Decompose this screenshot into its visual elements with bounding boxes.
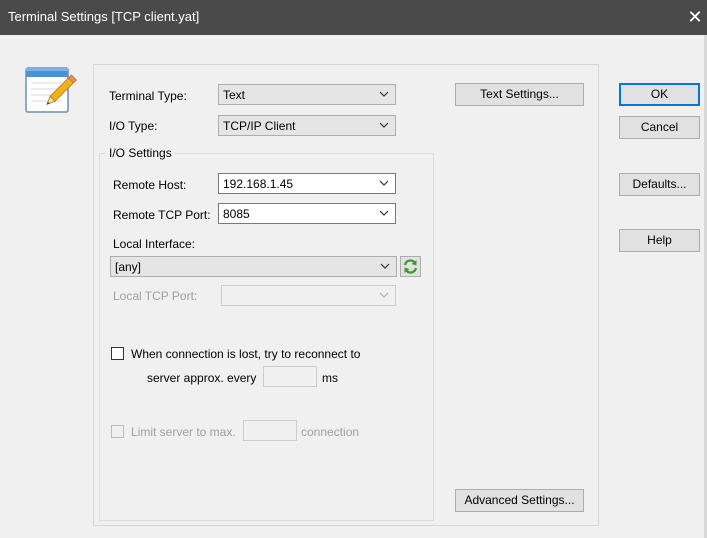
io-type-select[interactable]: TCP/IP Client [218,115,396,136]
help-button[interactable]: Help [619,229,700,252]
chevron-down-icon [379,180,389,186]
ok-button[interactable]: OK [619,83,700,106]
text-settings-button[interactable]: Text Settings... [455,83,584,106]
limit-server-label: Limit server to max. [131,425,236,439]
chevron-down-icon [379,122,389,128]
chevron-down-icon [380,263,390,269]
reconnect-label-line1: When connection is lost, try to reconnec… [131,347,361,361]
reconnect-unit-label: ms [322,371,338,385]
local-interface-value: [any] [115,260,142,274]
io-settings-caption: I/O Settings [106,146,175,160]
chevron-down-icon [379,91,389,97]
remote-port-input[interactable]: 8085 [218,203,396,224]
remote-host-value: 192.168.1.45 [223,177,294,191]
local-port-input[interactable] [221,285,396,306]
reconnect-interval-input[interactable] [263,366,317,387]
remote-host-input[interactable]: 192.168.1.45 [218,173,396,194]
refresh-interfaces-button[interactable] [400,256,421,277]
chevron-down-icon [379,210,389,216]
local-interface-label: Local Interface: [113,237,196,251]
remote-port-label: Remote TCP Port: [113,208,211,222]
remote-port-value: 8085 [223,207,250,221]
title-bar[interactable]: Terminal Settings [TCP client.yat] ✕ [0,0,707,35]
io-type-value: TCP/IP Client [223,119,296,133]
defaults-button[interactable]: Defaults... [619,173,700,196]
limit-server-input[interactable] [243,420,297,441]
chevron-down-icon [379,292,389,298]
io-type-label: I/O Type: [109,119,158,133]
reconnect-label-line2: server approx. every [147,371,257,385]
remote-host-label: Remote Host: [113,178,187,192]
local-interface-select[interactable]: [any] [110,256,397,277]
terminal-type-label: Terminal Type: [109,89,187,103]
cancel-button[interactable]: Cancel [619,116,700,139]
terminal-type-value: Text [223,88,246,102]
local-port-label: Local TCP Port: [113,289,198,303]
terminal-type-select[interactable]: Text [218,84,396,105]
window-title: Terminal Settings [TCP client.yat] [8,9,200,24]
terminal-settings-notepad-pencil-icon [25,67,77,113]
refresh-green-arrows-icon [403,259,418,274]
advanced-settings-button[interactable]: Advanced Settings... [455,489,584,512]
terminal-settings-dialog: Terminal Settings [TCP client.yat] ✕ Ter… [0,0,707,538]
limit-server-checkbox[interactable] [111,425,124,438]
close-icon[interactable]: ✕ [683,0,707,35]
reconnect-checkbox[interactable] [111,347,124,360]
limit-server-unit-label: connection [301,425,360,439]
